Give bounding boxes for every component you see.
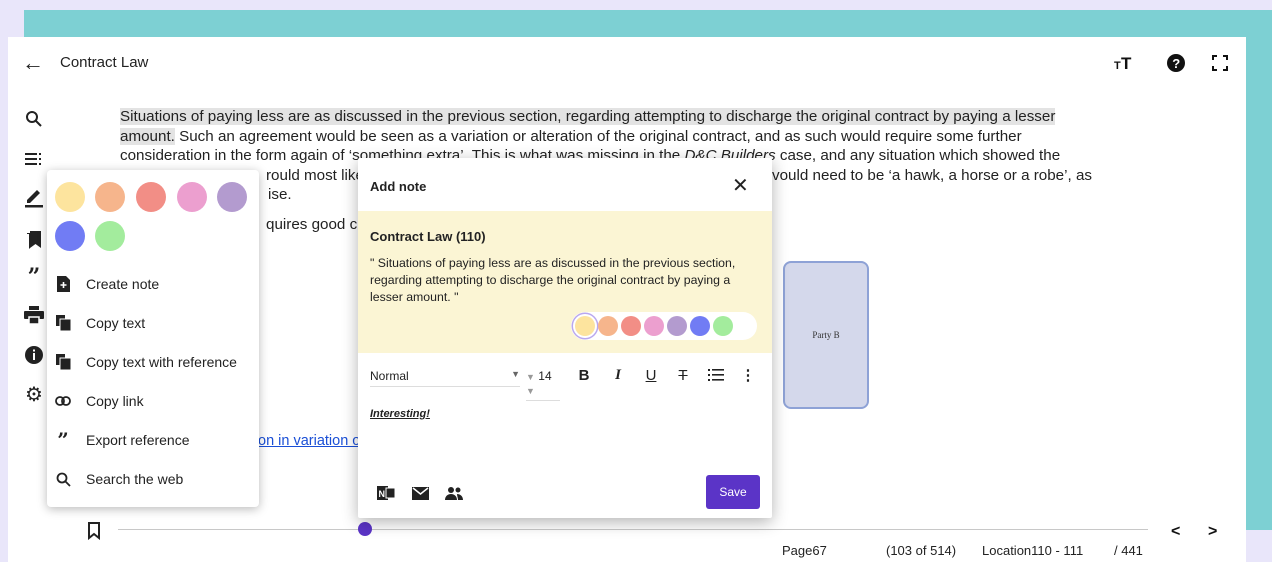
diagram-party-b: Party B (783, 261, 869, 409)
highlight-color-yellow[interactable] (55, 182, 85, 212)
fullscreen-icon[interactable] (1208, 51, 1232, 75)
svg-text:N: N (379, 489, 386, 499)
quote-source: Contract Law (110) (370, 229, 486, 244)
highlight-color-blue[interactable] (55, 221, 85, 251)
note-color-orange[interactable] (598, 316, 618, 336)
menu-search-web[interactable]: Search the web (47, 461, 259, 497)
highlight-color-purple[interactable] (217, 182, 247, 212)
highlight-pen-icon[interactable] (22, 185, 46, 209)
save-button[interactable]: Save (706, 475, 760, 509)
close-icon[interactable]: ✕ (732, 174, 749, 198)
reference-link[interactable]: on in variation o (258, 433, 360, 449)
note-color-yellow[interactable] (575, 316, 595, 336)
strikethrough-icon[interactable]: T (671, 363, 695, 387)
note-color-pink[interactable] (644, 316, 664, 336)
contents-icon[interactable] (22, 147, 46, 171)
dialog-title: Add note (370, 179, 427, 194)
search-icon[interactable] (22, 107, 46, 131)
italic-icon[interactable]: I (606, 363, 630, 387)
quoted-passage: Contract Law (110) " Situations of payin… (358, 211, 772, 353)
list-icon[interactable] (704, 363, 728, 387)
menu-copy-link[interactable]: Copy link (47, 383, 259, 419)
prev-page-icon[interactable]: < (1171, 523, 1180, 541)
note-color-purple[interactable] (667, 316, 687, 336)
book-title: Contract Law (60, 54, 149, 71)
text-style-select[interactable]: Normal ▼ (370, 369, 520, 387)
editor-toolbar: Normal ▼ ▼ 14 ▼ B I U T ⋮ (358, 353, 772, 401)
svg-text:T: T (1121, 54, 1132, 72)
bookmarks-icon[interactable] (22, 227, 46, 251)
add-note-dialog: Add note ✕ Contract Law (110) " Situatio… (358, 158, 772, 518)
menu-copy-text[interactable]: Copy text (47, 305, 259, 341)
highlight-color-pink[interactable] (177, 182, 207, 212)
bookmark-outline-icon[interactable] (82, 519, 106, 543)
background-corner (1246, 530, 1272, 562)
paragraph-text: quires good c (266, 215, 358, 233)
link-icon (55, 393, 71, 409)
menu-copy-text-with-reference[interactable]: Copy text with reference (47, 344, 259, 380)
onenote-icon[interactable]: N (376, 483, 396, 503)
svg-text:T: T (1114, 60, 1121, 72)
help-icon[interactable]: ? (1164, 51, 1188, 75)
paragraph-text: case, and any situation which showed the (775, 147, 1061, 164)
note-add-icon (55, 276, 71, 292)
menu-create-note[interactable]: Create note (47, 266, 259, 302)
paragraph-text: ise. (268, 186, 292, 203)
next-page-icon[interactable]: > (1208, 523, 1217, 541)
settings-gear-icon[interactable]: ⚙ (22, 383, 46, 407)
paragraph-text: vould need to be ‘a hawk, a horse or a r… (772, 166, 1092, 184)
highlight-color-red[interactable] (136, 182, 166, 212)
progress-knob[interactable] (358, 522, 373, 536)
back-arrow-icon[interactable]: ← (22, 50, 48, 76)
share-people-icon[interactable] (444, 483, 464, 503)
quote-icon: ” (57, 428, 69, 452)
location-total: / 441 (1114, 543, 1143, 558)
top-bar: ← Contract Law TT ? (8, 37, 1246, 89)
print-icon[interactable] (22, 303, 46, 327)
highlight-color-green[interactable] (95, 221, 125, 251)
dropdown-arrow-icon: ▼ (526, 372, 535, 382)
underline-icon[interactable]: U (639, 363, 663, 387)
quote-icon[interactable]: ” (22, 265, 46, 289)
search-icon (55, 471, 71, 487)
progress-track[interactable] (118, 529, 1148, 530)
quote-text: " Situations of paying less are as discu… (370, 256, 736, 304)
copy-icon (55, 315, 71, 331)
highlighted-text[interactable]: Situations of paying less are as discuss… (120, 108, 1056, 125)
note-color-red[interactable] (621, 316, 641, 336)
bold-icon[interactable]: B (572, 363, 596, 387)
highlight-color-orange[interactable] (95, 182, 125, 212)
note-color-picker (571, 312, 757, 340)
info-icon[interactable] (22, 343, 46, 367)
selection-context-menu: Create note Copy text Copy text with ref… (47, 170, 259, 507)
note-color-green[interactable] (713, 316, 733, 336)
highlighted-text-end[interactable]: amount. (120, 127, 175, 145)
svg-text:?: ? (1172, 56, 1180, 71)
email-icon[interactable] (410, 483, 430, 503)
page-number: Page67 (782, 543, 827, 558)
text-size-icon[interactable]: TT (1113, 51, 1137, 75)
dropdown-arrow-icon: ▼ (526, 386, 535, 396)
font-size-select[interactable]: ▼ 14 ▼ (526, 369, 560, 401)
note-editor[interactable]: Interesting! (370, 408, 430, 420)
note-color-blue[interactable] (690, 316, 710, 336)
menu-export-reference[interactable]: ” Export reference (47, 422, 259, 458)
more-options-icon[interactable]: ⋮ (736, 363, 760, 387)
page-count: (103 of 514) (886, 543, 957, 558)
dropdown-arrow-icon: ▼ (511, 369, 520, 379)
paragraph-text: rould most like (266, 166, 364, 184)
copy-icon (55, 354, 71, 370)
location-range: Location110 - 111 (982, 543, 1084, 558)
paragraph-text: Such an agreement would be seen as a var… (174, 127, 1022, 145)
